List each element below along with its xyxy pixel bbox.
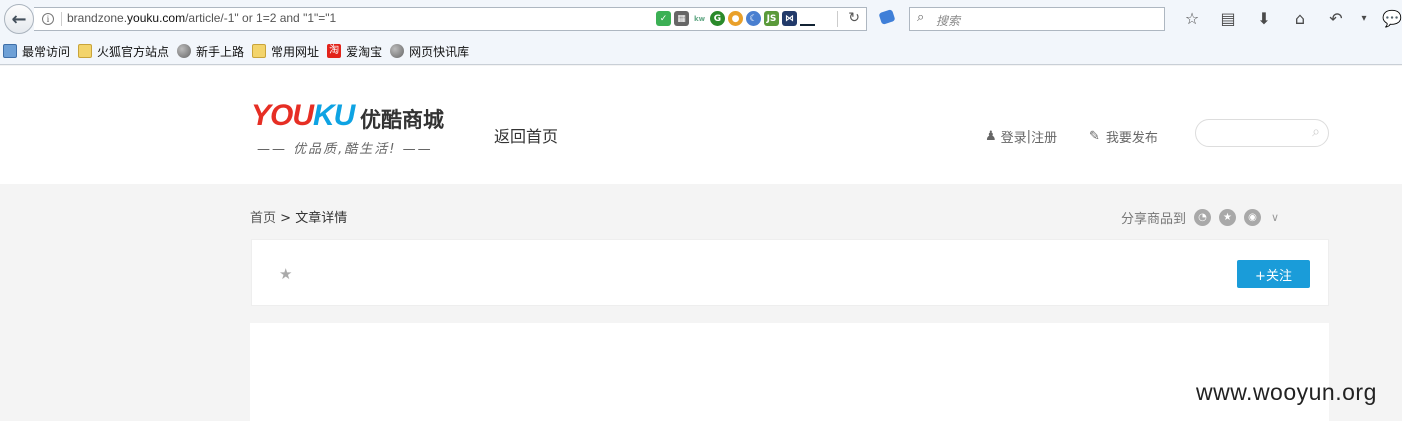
bookmark-getting-started[interactable]: 新手上路	[177, 43, 244, 60]
extension-icons: ✓ ▦ kw G ● ☾ JS ⋈	[656, 11, 815, 26]
toolbar-buttons: ☆ ▤ ⬇ ⌂ ↶ ▾ 💬	[1174, 8, 1402, 30]
url-bar[interactable]: i brandzone.youku.com/article/-1" or 1=2…	[34, 7, 867, 31]
search-placeholder: 搜索	[936, 14, 961, 28]
reload-separator	[837, 11, 838, 27]
bookmark-star-icon[interactable]: ☆	[1174, 8, 1210, 30]
g-extension-icon[interactable]: G	[710, 11, 725, 26]
bookmark-firefox-official[interactable]: 火狐官方站点	[78, 43, 169, 60]
chrome-like-icon[interactable]: ●	[728, 11, 743, 26]
bowtie-icon[interactable]: ⋈	[782, 11, 797, 26]
register-link[interactable]: 注册	[1031, 127, 1057, 146]
chevron-down-icon[interactable]: ▾	[1354, 8, 1374, 30]
download-icon[interactable]: ⬇	[1246, 8, 1282, 30]
bookmark-ai-taobao[interactable]: 淘爱淘宝	[327, 43, 382, 60]
reading-list-icon[interactable]: ▤	[1210, 8, 1246, 30]
folder-icon	[78, 44, 93, 58]
wave-icon[interactable]: ☾	[746, 11, 761, 26]
star-icon[interactable]: ★	[279, 265, 292, 283]
user-icon: ♟	[985, 129, 997, 144]
qrcode-icon[interactable]: ▦	[674, 11, 689, 26]
wechat-icon[interactable]: ◔	[1194, 209, 1212, 226]
search-icon: ⌕	[917, 10, 925, 25]
globe-icon	[390, 44, 405, 58]
publish-link[interactable]: ✎ 我要发布	[1089, 127, 1158, 146]
logo-slogan: —— 优品质,酷生活! ——	[257, 142, 433, 157]
bookmark-web-slices[interactable]: 网页快讯库	[390, 43, 469, 60]
url-text[interactable]: brandzone.youku.com/article/-1" or 1=2 a…	[67, 11, 336, 25]
article-header-card: ★ +关注	[251, 239, 1329, 306]
article-content	[250, 323, 1329, 421]
folder-icon	[252, 44, 267, 58]
undo-icon[interactable]: ↶	[1318, 8, 1354, 30]
browser-search-bar[interactable]: ⌕ 搜索	[909, 7, 1165, 31]
edit-icon: ✎	[1089, 129, 1100, 144]
kiwi-icon[interactable]: kw	[692, 11, 707, 26]
chat-icon[interactable]: 💬	[1374, 8, 1402, 30]
bookmarks-bar: 最常访问 火狐官方站点 新手上路 常用网址 淘爱淘宝 网页快讯库	[0, 38, 1402, 65]
youku-logo[interactable]: YOUKU	[251, 99, 355, 133]
recent-icon	[3, 44, 17, 58]
underline-icon[interactable]	[800, 11, 815, 26]
globe-icon	[177, 44, 192, 58]
breadcrumb: 首页 > 文章详情	[250, 207, 347, 226]
share-bar: 分享商品到 ◔ ★ ◉ ∨	[1121, 208, 1279, 227]
search-icon[interactable]: ⌕	[1312, 124, 1320, 140]
pin-icon[interactable]	[878, 9, 896, 25]
back-home-link[interactable]: 返回首页	[494, 123, 558, 147]
nodejs-icon[interactable]: JS	[764, 11, 779, 26]
login-link[interactable]: 登录	[1001, 127, 1027, 146]
url-separator	[61, 12, 62, 26]
bookmark-most-visited[interactable]: 最常访问	[3, 43, 70, 60]
breadcrumb-current: 文章详情	[295, 211, 348, 226]
breadcrumb-separator: >	[276, 211, 296, 226]
back-button[interactable]: ←	[4, 4, 34, 34]
weibo-icon[interactable]: ◉	[1244, 209, 1262, 226]
follow-button[interactable]: +关注	[1237, 260, 1310, 288]
reload-icon[interactable]: ↻	[848, 10, 860, 26]
home-icon[interactable]: ⌂	[1282, 8, 1318, 30]
qzone-star-icon[interactable]: ★	[1219, 209, 1237, 226]
info-icon[interactable]: i	[42, 13, 54, 25]
publish-label: 我要发布	[1105, 131, 1158, 146]
site-search-input[interactable]: ⌕	[1195, 119, 1329, 147]
watermark: www.wooyun.org	[1196, 379, 1377, 405]
browser-toolbar: ← i brandzone.youku.com/article/-1" or 1…	[0, 0, 1402, 38]
share-label: 分享商品到	[1121, 212, 1187, 227]
shield-icon[interactable]: ✓	[656, 11, 671, 26]
login-register: ♟ 登录 | 注册	[985, 127, 1057, 146]
taobao-icon: 淘	[327, 44, 342, 58]
bookmark-common-sites[interactable]: 常用网址	[252, 43, 319, 60]
site-header: YOUKU 优酷商城 —— 优品质,酷生活! —— 返回首页 ♟ 登录 | 注册…	[0, 66, 1402, 184]
logo-mall-name[interactable]: 优酷商城	[360, 104, 444, 134]
chevron-down-icon[interactable]: ∨	[1271, 211, 1279, 224]
breadcrumb-home[interactable]: 首页	[250, 211, 276, 226]
